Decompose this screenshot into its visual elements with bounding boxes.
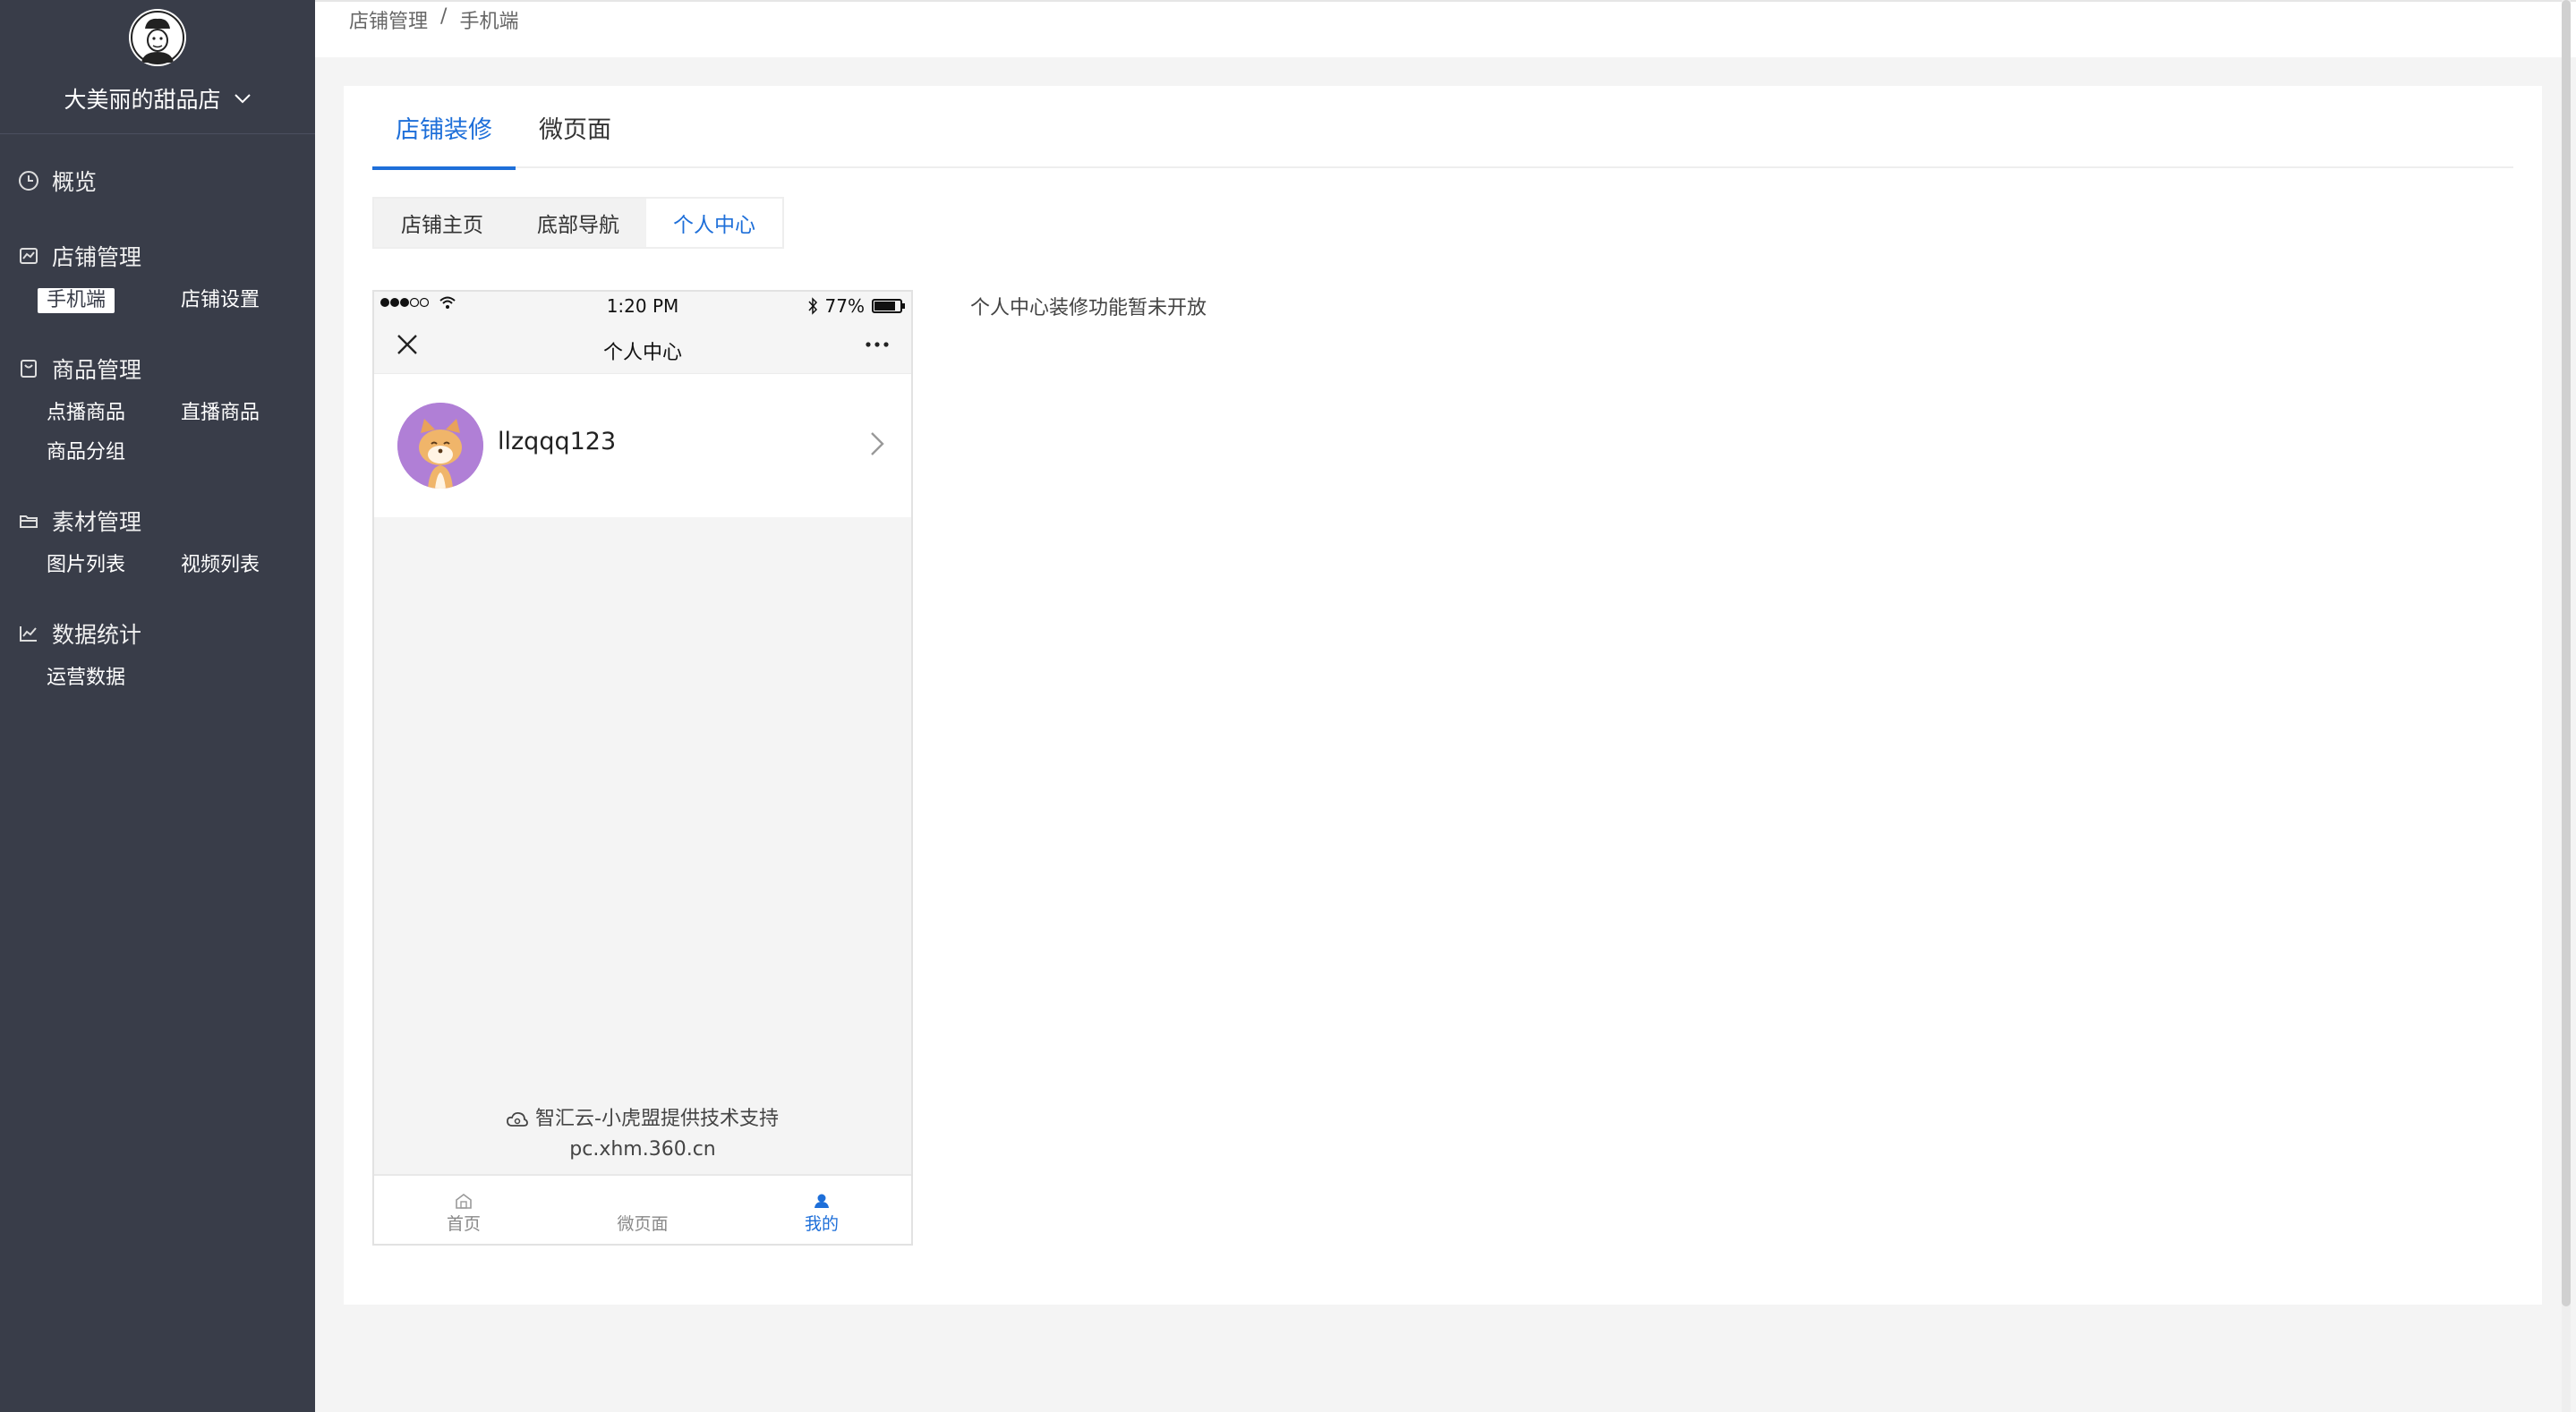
phone-tab-home[interactable]: 首页 <box>374 1176 553 1244</box>
phone-tab-micro-page-label: 微页面 <box>617 1214 669 1234</box>
phone-footer: 智汇云-小虎盟提供技术支持 pc.xhm.360.cn <box>374 1104 911 1165</box>
nav-shop-label: 店铺管理 <box>52 244 142 270</box>
sidebar-item-video-list[interactable]: 视频列表 <box>181 553 260 578</box>
nav-stats-label: 数据统计 <box>52 622 142 648</box>
phone-tab-mine[interactable]: 我的 <box>732 1176 911 1244</box>
shop-header: 大美丽的甜品店 <box>0 0 315 134</box>
chevron-right-icon <box>871 432 884 455</box>
clock-icon <box>19 171 38 191</box>
subtab-personal-center[interactable]: 个人中心 <box>646 199 782 247</box>
bluetooth-icon <box>807 297 817 315</box>
nav-group-goods: 商品管理 点播商品 直播商品 商品分组 <box>0 349 315 465</box>
sidebar: 大美丽的甜品店 概览 店铺管理 手机端 店铺设置 商品管理 点播商品 直播商品 … <box>0 0 315 1412</box>
sidebar-item-image-list[interactable]: 图片列表 <box>47 553 125 578</box>
profile-card[interactable]: llzqqq123 <box>374 374 911 517</box>
nav-material-label: 素材管理 <box>52 509 142 535</box>
topbar: 店铺管理 / 手机端 <box>315 0 2576 57</box>
nav-goods-management[interactable]: 商品管理 <box>18 349 315 388</box>
avatar <box>397 403 483 489</box>
nav-group-material: 素材管理 图片列表 视频列表 <box>0 501 315 578</box>
chevron-down-icon <box>234 94 251 104</box>
shop-switcher[interactable]: 大美丽的甜品店 <box>64 82 251 115</box>
nav-group-overview: 概览 <box>0 161 315 200</box>
shop-name: 大美丽的甜品店 <box>64 87 221 113</box>
nav-overview-label: 概览 <box>52 169 98 195</box>
status-right: 77% <box>807 295 905 317</box>
nav-stats-sub: 运营数据 <box>18 666 315 691</box>
tech-support-text: 智汇云-小虎盟提供技术支持 <box>535 1108 779 1130</box>
nav-shop-sub: 手机端 店铺设置 <box>18 288 315 313</box>
phone-preview: 1:20 PM 77% 个人中心 llzqqq123 智汇云-小虎盟提供技术支持… <box>372 290 913 1246</box>
tab-shop-decoration[interactable]: 店铺装修 <box>372 86 516 170</box>
sidebar-item-goods-group[interactable]: 商品分组 <box>47 440 125 465</box>
phone-tab-micro-page[interactable]: 微页面 <box>553 1176 732 1244</box>
battery-percent: 77% <box>824 295 865 317</box>
sidebar-item-vod-goods[interactable]: 点播商品 <box>47 401 125 426</box>
nav-overview[interactable]: 概览 <box>18 161 315 200</box>
battery-fill <box>874 302 896 310</box>
nav-shop-management[interactable]: 店铺管理 <box>18 236 315 276</box>
nav-goods-sub: 点播商品 直播商品 商品分组 <box>18 401 315 465</box>
goods-icon <box>21 360 37 378</box>
nav-material-sub: 图片列表 视频列表 <box>18 553 315 578</box>
breadcrumb: 店铺管理 / 手机端 <box>349 5 518 34</box>
cloud-icon <box>507 1111 528 1127</box>
more-icon[interactable] <box>865 333 890 356</box>
shop-icon <box>20 248 38 264</box>
sidebar-item-live-goods[interactable]: 直播商品 <box>181 401 260 426</box>
nav-group-stats: 数据统计 运营数据 <box>0 614 315 691</box>
main-tabs: 店铺装修 微页面 <box>372 86 2513 170</box>
nav-group-shop: 店铺管理 手机端 店铺设置 <box>0 236 315 313</box>
battery-icon <box>872 299 905 313</box>
nav-goods-label: 商品管理 <box>52 357 142 383</box>
sidebar-item-shop-settings[interactable]: 店铺设置 <box>181 288 260 313</box>
tech-support-line: 智汇云-小虎盟提供技术支持 <box>374 1104 911 1135</box>
scrollbar-thumb[interactable] <box>2562 0 2571 1306</box>
subtabs: 店铺主页 底部导航 个人中心 <box>372 197 784 249</box>
sidebar-item-operation-data[interactable]: 运营数据 <box>47 666 125 691</box>
user-icon <box>815 1194 829 1208</box>
phone-status-bar: 1:20 PM 77% <box>374 292 911 320</box>
feature-unavailable-notice: 个人中心装修功能暂未开放 <box>970 297 1207 319</box>
phone-page-title: 个人中心 <box>602 342 682 364</box>
tab-micro-page[interactable]: 微页面 <box>516 86 635 168</box>
subtab-bottom-nav[interactable]: 底部导航 <box>510 199 646 247</box>
chart-icon <box>20 626 37 642</box>
sidebar-item-mobile[interactable]: 手机端 <box>38 288 115 313</box>
subtab-shop-home[interactable]: 店铺主页 <box>374 199 510 247</box>
phone-nav-bar: 个人中心 <box>374 320 911 374</box>
phone-tab-mine-label: 我的 <box>804 1214 839 1234</box>
home-icon <box>456 1194 472 1209</box>
username: llzqqq123 <box>498 428 617 455</box>
nav-material-management[interactable]: 素材管理 <box>18 501 315 540</box>
phone-tab-home-label: 首页 <box>446 1214 481 1234</box>
nav-data-stats[interactable]: 数据统计 <box>18 614 315 653</box>
support-url[interactable]: pc.xhm.360.cn <box>374 1135 911 1165</box>
phone-tabbar: 首页 微页面 我的 <box>374 1174 911 1244</box>
breadcrumb-current: 手机端 <box>459 11 519 33</box>
main-card: 店铺装修 微页面 店铺主页 底部导航 个人中心 1:20 PM 77% 个人中心… <box>344 86 2542 1305</box>
shop-logo <box>129 9 186 66</box>
page-scrollbar[interactable] <box>2562 0 2571 1412</box>
breadcrumb-parent[interactable]: 店铺管理 <box>349 5 428 34</box>
folder-icon <box>20 515 38 528</box>
breadcrumb-separator: / <box>440 5 448 28</box>
